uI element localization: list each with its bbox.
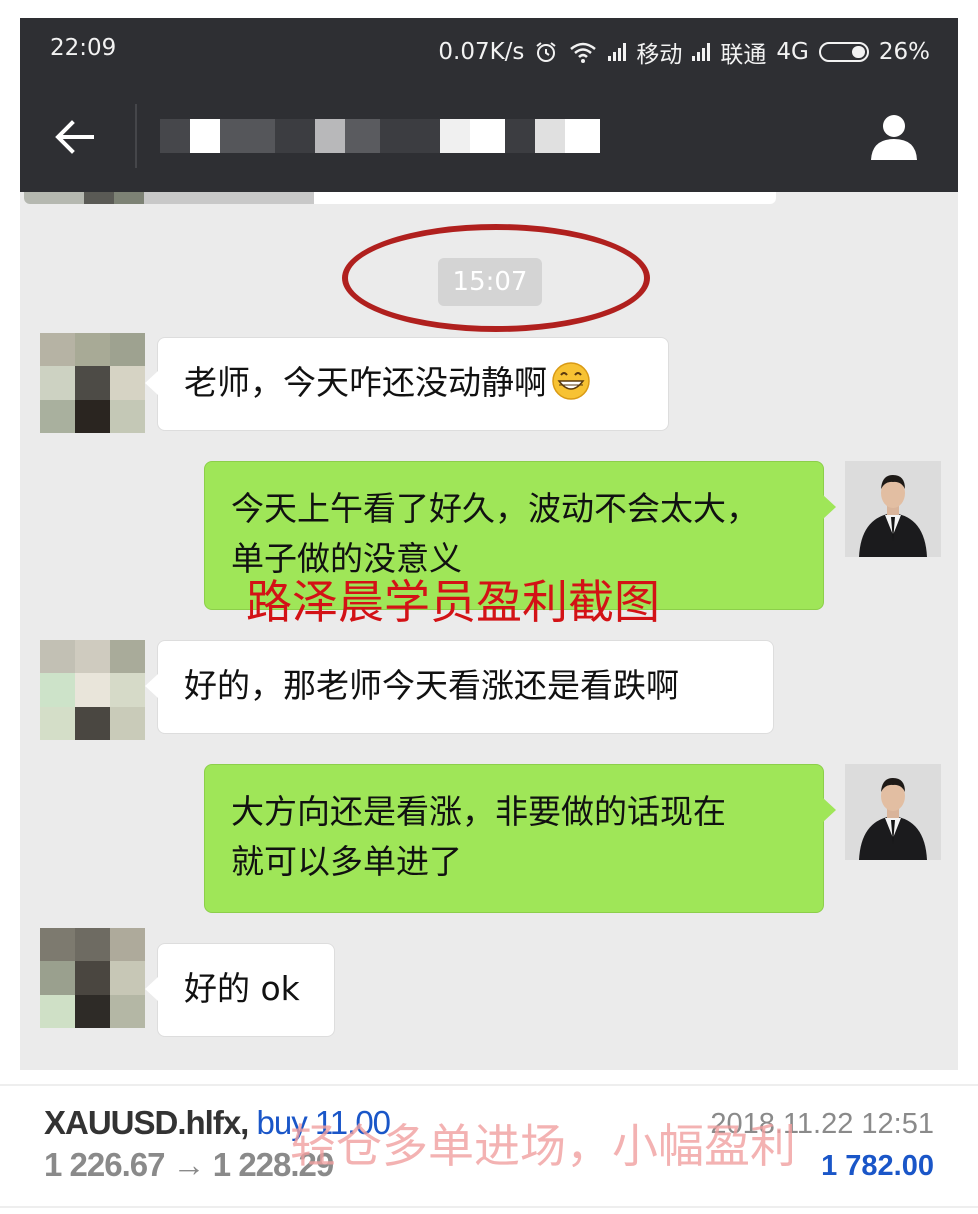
divider (0, 1084, 978, 1086)
message-text: 老师，今天咋还没动静啊 (184, 363, 547, 402)
divider (0, 1206, 978, 1208)
status-indicators: 0.07K/s 移动 联通 4G 26% (438, 35, 930, 69)
battery-icon (818, 42, 869, 62)
man-in-suit-icon (845, 461, 941, 557)
message-bubble-incoming[interactable]: 老师，今天咋还没动静啊 (145, 337, 669, 431)
watermark-caption: 路泽晨学员盈利截图 (246, 575, 660, 629)
avatar-student[interactable] (40, 333, 145, 433)
message-text: 好的 ok (184, 969, 300, 1008)
man-in-suit-icon (845, 764, 941, 860)
message-text-line1: 今天上午看了好久，波动不会太大， (231, 489, 759, 528)
grinning-face-icon (552, 362, 590, 400)
message-bubble-outgoing[interactable]: 大方向还是看涨，非要做的话现在 就可以多单进了 (204, 764, 836, 913)
message-bubble-incoming[interactable]: 好的 ok (145, 943, 335, 1037)
network-speed: 0.07K/s (438, 39, 525, 65)
signal-icon-1 (608, 43, 627, 61)
message-text: 好的，那老师今天看涨还是看跌啊 (184, 666, 679, 705)
message-bubble-incoming[interactable]: 好的，那老师今天看涨还是看跌啊 (145, 640, 774, 734)
carrier-1: 移动 (636, 42, 683, 68)
chat-header (20, 80, 958, 192)
carrier-2: 联通 (720, 42, 767, 68)
alarm-icon (536, 42, 557, 62)
trade-overlay-note: 轻仓多单进场，小幅盈利 (290, 1119, 796, 1173)
person-icon[interactable] (868, 110, 920, 162)
battery-level: 26% (878, 39, 930, 65)
message-timestamp: 15:07 (438, 258, 542, 306)
message-text-line2: 就可以多单进了 (231, 842, 462, 881)
trade-symbol: XAUUSD.hlfx, (44, 1104, 249, 1141)
status-time: 22:09 (50, 35, 117, 61)
message-text-line1: 大方向还是看涨，非要做的话现在 (231, 792, 726, 831)
timestamp-highlight: 15:07 (342, 224, 650, 332)
status-bar: 22:09 0.07K/s 移动 联通 4G 26% (20, 18, 958, 80)
trade-record: XAUUSD.hlfx, buy 11.00 2018.11.22 12:51 … (0, 1070, 978, 1214)
header-divider (135, 104, 137, 168)
avatar-teacher[interactable] (845, 764, 941, 860)
arrow-left-icon[interactable] (50, 112, 100, 162)
wifi-icon (570, 42, 597, 63)
contact-name-redacted (160, 116, 650, 156)
previous-message-fragment (24, 192, 776, 204)
trade-profit: 1 782.00 (821, 1150, 934, 1182)
signal-icon-2 (692, 43, 711, 61)
chat-screen: 22:09 0.07K/s 移动 联通 4G 26% 15:07 老师，今天咋还… (20, 18, 958, 1070)
avatar-student[interactable] (40, 640, 145, 740)
network-type: 4G (776, 39, 809, 65)
avatar-student[interactable] (40, 928, 145, 1028)
avatar-teacher[interactable] (845, 461, 941, 557)
